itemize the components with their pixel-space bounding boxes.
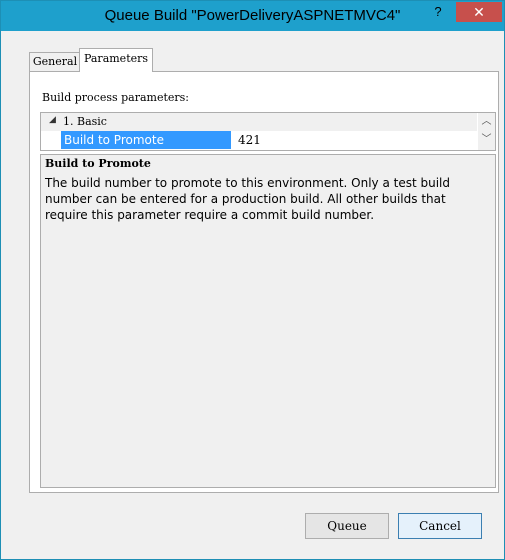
cancel-button[interactable]: Cancel: [398, 513, 482, 539]
queue-button[interactable]: Queue: [305, 513, 389, 539]
grid-scrollbar[interactable]: ︿ ﹀: [478, 113, 495, 150]
property-grid: ◢ 1. Basic Build to Promote 421 ︿ ﹀: [40, 112, 496, 151]
category-label: 1. Basic: [63, 115, 107, 128]
scroll-down-icon[interactable]: ﹀: [478, 131, 495, 149]
description-text: The build number to promote to this envi…: [45, 176, 450, 222]
close-icon: ✕: [473, 4, 485, 20]
collapse-icon[interactable]: ◢: [49, 115, 56, 125]
tab-parameters[interactable]: Parameters: [79, 48, 153, 72]
property-row[interactable]: Build to Promote 421: [41, 131, 477, 149]
section-label: Build process parameters:: [42, 91, 190, 104]
parameters-panel: Build process parameters: ◢ 1. Basic Bui…: [29, 71, 499, 493]
description-pane: Build to Promote The build number to pro…: [40, 154, 496, 488]
scroll-up-icon[interactable]: ︿: [478, 113, 495, 131]
close-button[interactable]: ✕: [456, 2, 502, 22]
tab-general[interactable]: General: [29, 52, 81, 71]
queue-build-dialog: Queue Build "PowerDeliveryASPNETMVC4" ? …: [0, 0, 505, 560]
category-row[interactable]: ◢ 1. Basic: [41, 113, 477, 131]
property-value-input[interactable]: 421: [234, 131, 477, 149]
title-bar[interactable]: Queue Build "PowerDeliveryASPNETMVC4" ? …: [1, 1, 504, 31]
help-button[interactable]: ?: [421, 2, 455, 24]
property-name[interactable]: Build to Promote: [61, 131, 231, 149]
description-title: Build to Promote: [45, 157, 151, 170]
